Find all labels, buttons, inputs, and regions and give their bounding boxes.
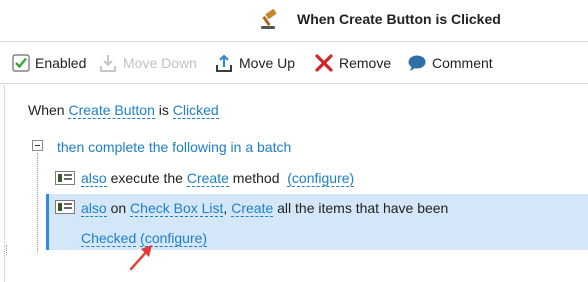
remove-label: Remove <box>339 54 392 71</box>
create-method-link[interactable]: Create <box>186 170 229 187</box>
move-up-button[interactable]: Move Up <box>214 42 295 83</box>
annotation-arrow-icon <box>129 245 152 271</box>
method-text: method <box>232 170 280 186</box>
window-title: When Create Button is Clicked <box>297 11 501 27</box>
action-row-1[interactable]: also execute the Create method (configur… <box>81 170 355 187</box>
create-verb-link[interactable]: Create <box>231 200 274 217</box>
comma-text: , <box>223 200 228 216</box>
gavel-icon <box>261 9 277 29</box>
trigger-link[interactable]: Create Button <box>68 102 155 119</box>
toolbar: Enabled Move Down Move Up Remove Comment <box>0 41 588 84</box>
action-icon <box>55 171 75 185</box>
move-down-icon <box>100 54 116 72</box>
collapse-toggle[interactable] <box>32 140 43 151</box>
move-down-label: Move Down <box>123 54 197 71</box>
speech-bubble-icon <box>408 55 426 71</box>
configure-link-1[interactable]: (configure) <box>287 170 355 187</box>
is-text: is <box>158 102 169 118</box>
enabled-button[interactable]: Enabled <box>12 42 86 83</box>
enabled-label: Enabled <box>35 54 87 71</box>
when-text: When <box>28 102 65 118</box>
action-row-2-line-1: also on Check Box List, Create all the i… <box>81 200 449 217</box>
rule-when-line: When Create Button is Clicked <box>28 102 219 119</box>
move-up-label: Move Up <box>239 54 296 71</box>
check-box-list-link[interactable]: Check Box List <box>130 200 224 217</box>
title-bar: When Create Button is Clicked <box>0 0 588 40</box>
batch-link[interactable]: then complete the following in a batch <box>57 139 291 155</box>
action-icon <box>55 200 75 214</box>
comment-label: Comment <box>432 54 493 71</box>
event-link[interactable]: Clicked <box>172 102 219 119</box>
remove-button[interactable]: Remove <box>314 42 391 83</box>
checkbox-checked-icon <box>12 53 30 72</box>
move-down-button[interactable]: Move Down <box>98 42 197 83</box>
move-up-icon <box>216 53 232 72</box>
panel-splitter[interactable] <box>0 85 5 282</box>
red-x-icon <box>315 53 333 72</box>
also-link-2[interactable]: also <box>81 200 107 217</box>
also-link-1[interactable]: also <box>81 170 107 187</box>
on-text: on <box>110 200 127 216</box>
splitter-grip[interactable] <box>6 245 9 255</box>
tree-connector <box>37 153 38 253</box>
execute-text: execute the <box>110 170 183 186</box>
items-text: all the items that have been <box>277 200 449 216</box>
comment-button[interactable]: Comment <box>407 42 493 83</box>
